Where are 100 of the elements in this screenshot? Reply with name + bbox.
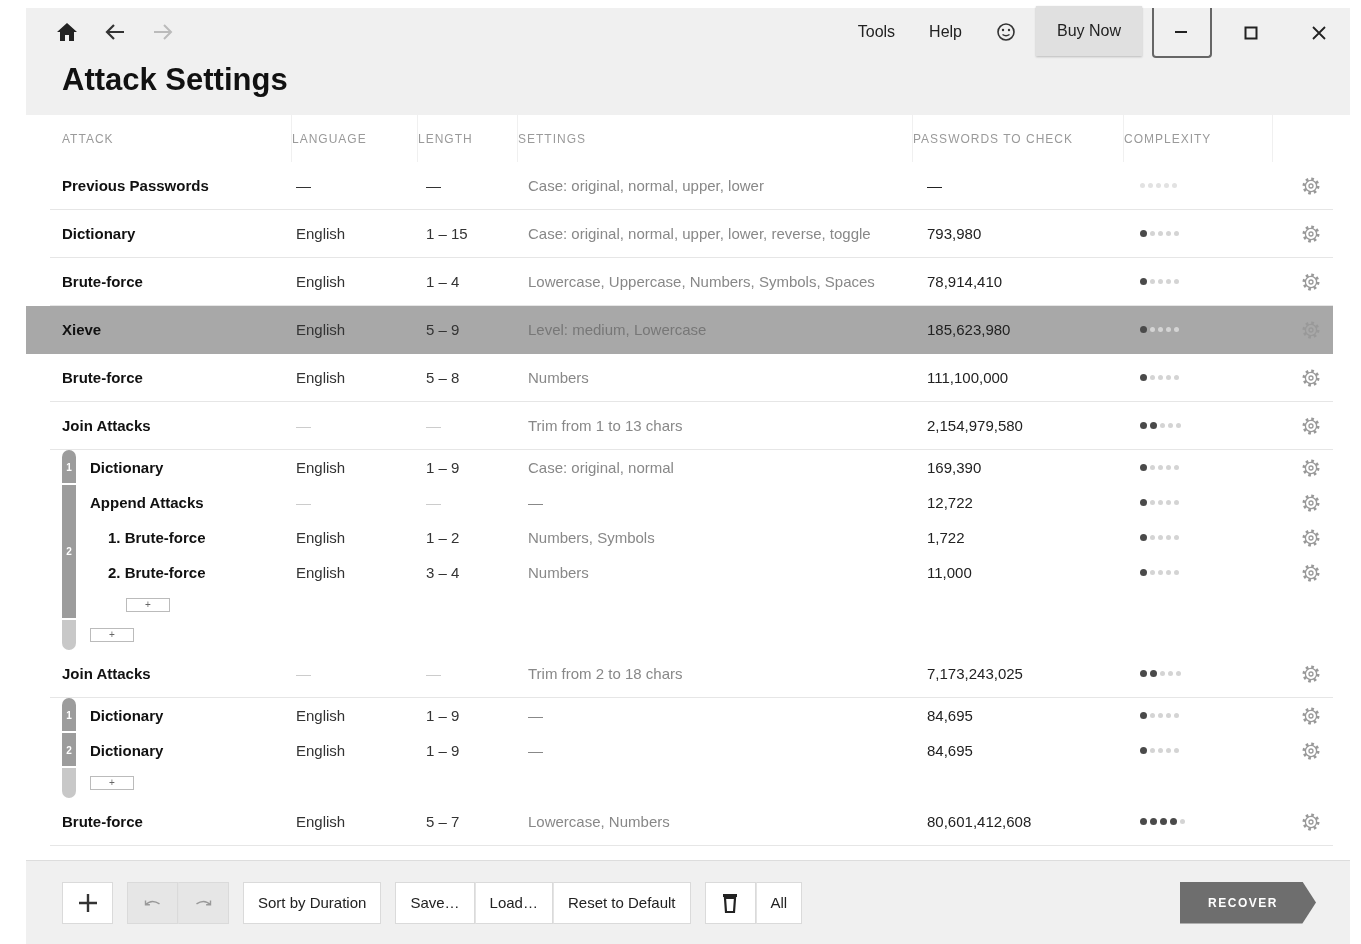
language-cell-text: — (295, 494, 312, 511)
language-cell-text: English (295, 564, 347, 581)
add-attack-button[interactable] (62, 881, 113, 924)
settings-cell-text: — (527, 494, 544, 511)
passwords-cell-text: — (926, 177, 943, 194)
attack-name[interactable]: Dictionary (62, 225, 292, 242)
gear-icon[interactable] (1301, 811, 1321, 832)
length-cell-text: 1 – 9 (425, 459, 461, 476)
language-cell-text: English (295, 459, 347, 476)
length-cell-text: — (425, 665, 442, 682)
passwords-cell-text: 7,173,243,025 (926, 665, 1024, 682)
add-append-attack-button[interactable]: + (126, 598, 170, 612)
gear-icon[interactable] (1301, 457, 1321, 478)
buy-now-button[interactable]: Buy Now (1036, 6, 1142, 56)
passwords-cell-text: 84,695 (926, 742, 974, 759)
step-number: 1 (66, 462, 72, 475)
save-button[interactable]: Save… (395, 881, 475, 924)
attack-name[interactable]: Dictionary (90, 459, 292, 476)
gear-icon[interactable] (1301, 367, 1321, 388)
maximize-icon (1244, 26, 1258, 40)
gear-icon[interactable] (1301, 271, 1321, 292)
language-cell-text: English (295, 813, 347, 830)
language-cell-text: English (295, 742, 347, 759)
menu-item[interactable]: Tools (857, 23, 896, 41)
language-cell-text: English (295, 707, 347, 724)
back-arrow-icon[interactable] (104, 23, 126, 41)
attack-name[interactable]: Join Attacks (62, 665, 292, 682)
passwords-cell-text: 185,623,980 (926, 321, 1012, 338)
gear-icon[interactable] (1301, 663, 1321, 684)
passwords-cell-text: 12,722 (926, 494, 974, 511)
add-join-attack-button[interactable]: + (90, 776, 134, 790)
passwords-cell-text: 84,695 (926, 707, 974, 724)
settings-cell-text: — (527, 742, 544, 759)
plus-icon (77, 892, 98, 913)
attack-name[interactable]: 2. Brute-force (90, 564, 292, 581)
settings-cell-text: — (527, 707, 544, 724)
menu-item[interactable]: Help (929, 23, 962, 41)
step-number: 2 (66, 546, 72, 557)
gear-icon[interactable] (1301, 562, 1321, 583)
group-end-bar (62, 620, 76, 650)
attack-name[interactable]: Brute-force (62, 273, 292, 290)
length-cell-text: 5 – 9 (425, 321, 461, 338)
step-number: 1 (66, 710, 72, 723)
delete-button[interactable] (704, 881, 756, 924)
gear-icon[interactable] (1301, 527, 1321, 548)
settings-cell-text: Numbers (527, 369, 590, 386)
passwords-cell-text: 78,914,410 (926, 273, 1004, 290)
gear-icon[interactable] (1301, 175, 1321, 196)
gear-icon[interactable] (1301, 223, 1321, 244)
close-icon (1311, 25, 1327, 41)
length-cell-text: 1 – 2 (425, 529, 461, 546)
settings-cell-text: Numbers (527, 564, 590, 581)
language-cell-text: — (295, 417, 312, 434)
length-cell-text: 1 – 4 (425, 273, 461, 290)
settings-cell-text: Trim from 2 to 18 chars (527, 665, 684, 682)
attack-name[interactable]: Dictionary (90, 742, 292, 759)
passwords-cell-text: 2,154,979,580 (926, 417, 1024, 434)
passwords-cell-text: 1,722 (926, 529, 966, 546)
passwords-cell-text: 793,980 (926, 225, 983, 242)
language-cell-text: English (295, 273, 347, 290)
length-cell-text: — (425, 177, 442, 194)
language-cell-text: English (295, 529, 347, 546)
language-cell-text: — (295, 665, 312, 682)
attack-name[interactable]: Previous Passwords (62, 177, 292, 194)
load-button[interactable]: Load… (474, 881, 553, 924)
step-number: 2 (66, 745, 72, 758)
settings-cell-text: Numbers, Symbols (527, 529, 656, 546)
passwords-cell-text: 111,100,000 (926, 369, 1010, 386)
attack-name[interactable]: Xieve (62, 321, 292, 338)
settings-cell-text: Trim from 1 to 13 chars (527, 417, 684, 434)
home-icon[interactable] (56, 22, 78, 42)
sort-by-duration-button[interactable]: Sort by Duration (243, 881, 382, 924)
attack-name[interactable]: Join Attacks (62, 417, 292, 434)
gear-icon[interactable] (1301, 705, 1321, 726)
gear-icon[interactable] (1301, 740, 1321, 761)
smiley-icon[interactable] (996, 22, 1016, 42)
gear-icon[interactable] (1301, 415, 1321, 436)
language-cell-text: English (295, 369, 347, 386)
attack-name[interactable]: Brute-force (62, 369, 292, 386)
attack-name[interactable]: Dictionary (90, 707, 292, 724)
passwords-cell-text: 11,000 (926, 564, 973, 581)
length-cell-text: — (425, 417, 442, 434)
length-cell-text: 5 – 8 (425, 369, 461, 386)
attack-name[interactable]: Append Attacks (90, 494, 292, 511)
gear-icon[interactable] (1301, 492, 1321, 513)
language-cell-text: — (295, 177, 312, 194)
recover-button[interactable]: RECOVER (1180, 881, 1316, 924)
settings-cell-text: Case: original, normal (527, 459, 675, 476)
passwords-cell-text: 80,601,412,608 (926, 813, 1033, 830)
settings-cell-text: Lowercase, Numbers (527, 813, 671, 830)
attack-name[interactable]: 1. Brute-force (90, 529, 292, 546)
settings-cell-text: Case: original, normal, upper, lower (527, 177, 765, 194)
add-join-attack-button[interactable]: + (90, 628, 134, 642)
length-cell-text: — (425, 494, 442, 511)
delete-all-button[interactable]: All (755, 881, 803, 924)
language-cell-text: English (295, 321, 347, 338)
minimize-icon (1175, 30, 1189, 34)
reset-to-default-button[interactable]: Reset to Default (552, 881, 691, 924)
minimize-button[interactable] (1152, 8, 1212, 58)
attack-name[interactable]: Brute-force (62, 813, 292, 830)
